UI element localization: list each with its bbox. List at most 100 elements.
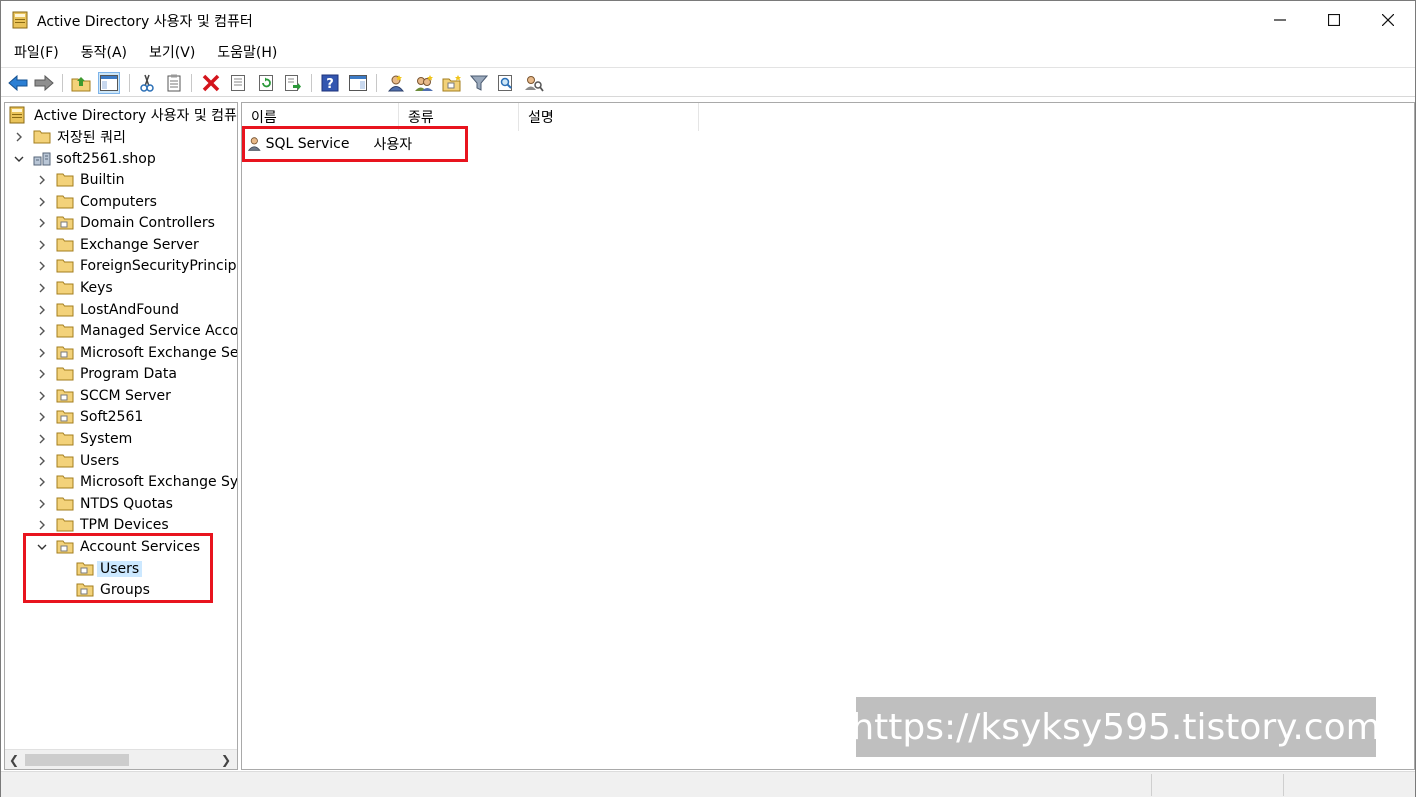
tree-item-container[interactable]: Microsoft Exchange System Objects: [36, 471, 237, 492]
close-button[interactable]: [1361, 1, 1415, 39]
new-user-button[interactable]: [385, 72, 407, 94]
folder-icon: [56, 195, 74, 209]
delete-icon: [202, 74, 220, 92]
chevron-right-icon[interactable]: [36, 433, 48, 445]
chevron-right-icon[interactable]: [36, 411, 48, 423]
minimize-icon: [1274, 19, 1286, 21]
show-action-pane-icon: [349, 75, 367, 91]
tree-item-container[interactable]: Users: [36, 450, 119, 471]
chevron-right-icon[interactable]: [36, 519, 48, 531]
forward-button[interactable]: [33, 72, 55, 94]
chevron-right-icon[interactable]: [36, 282, 48, 294]
export-list-button[interactable]: [282, 72, 304, 94]
chevron-right-icon[interactable]: [36, 217, 48, 229]
tree-item-label: NTDS Quotas: [80, 495, 173, 512]
scroll-left-icon[interactable]: ❮: [9, 753, 19, 767]
tree-item-label: Microsoft Exchange Security Groups: [80, 344, 238, 361]
tree-item-container[interactable]: NTDS Quotas: [36, 493, 173, 514]
ad-app-icon: [9, 106, 25, 123]
menu-help[interactable]: 도움말(H): [205, 42, 287, 62]
scroll-thumb[interactable]: [25, 754, 129, 766]
tree-item-container[interactable]: Microsoft Exchange Security Groups: [36, 342, 238, 363]
chevron-right-icon[interactable]: [36, 347, 48, 359]
chevron-down-icon[interactable]: [36, 541, 48, 553]
tree-item-container[interactable]: Exchange Server: [36, 234, 199, 255]
chevron-right-icon[interactable]: [36, 368, 48, 380]
tree-item-ou-groups[interactable]: Groups: [76, 579, 150, 600]
tree-item-container[interactable]: ForeignSecurityPrincipals: [36, 255, 237, 276]
scroll-right-icon[interactable]: ❯: [221, 753, 231, 767]
chevron-right-icon[interactable]: [36, 174, 48, 186]
maximize-button[interactable]: [1307, 1, 1361, 39]
tree-root[interactable]: Active Directory 사용자 및 컴퓨터: [9, 104, 237, 125]
tree-item-saved-queries[interactable]: 저장된 쿼리: [13, 126, 126, 147]
tree-item-label: Users: [80, 452, 120, 469]
tree-item-container[interactable]: TPM Devices: [36, 514, 169, 535]
tree-item-label: Builtin: [80, 171, 125, 188]
chevron-right-icon[interactable]: [36, 260, 48, 272]
column-header-type[interactable]: 종류: [399, 103, 519, 131]
chevron-right-icon[interactable]: [36, 304, 48, 316]
chevron-right-icon[interactable]: [36, 325, 48, 337]
chevron-right-icon[interactable]: [36, 455, 48, 467]
up-level-button[interactable]: [70, 72, 92, 94]
tree-item-label: Computers: [80, 193, 157, 210]
back-arrow-icon: [8, 75, 28, 91]
tree-item-container[interactable]: Computers: [36, 191, 157, 212]
tree-item-container[interactable]: Program Data: [36, 363, 177, 384]
show-action-pane-button[interactable]: [347, 72, 369, 94]
cut-button[interactable]: [136, 72, 158, 94]
tree-item-ou-users[interactable]: Users: [76, 558, 143, 579]
help-button[interactable]: ?: [319, 72, 341, 94]
details-list[interactable]: 이름 종류 설명 SQL Service 사용자: [241, 102, 1415, 770]
tree-item-container[interactable]: Keys: [36, 277, 113, 298]
tree-item-container[interactable]: System: [36, 428, 132, 449]
tree-item-label: 저장된 쿼리: [57, 129, 126, 146]
back-button[interactable]: [7, 72, 29, 94]
tree-item-label: Account Services: [80, 538, 201, 555]
copy-button[interactable]: [163, 72, 185, 94]
new-group-icon: [415, 75, 433, 91]
show-hide-console-tree-button[interactable]: [98, 72, 120, 94]
column-header-description[interactable]: 설명: [519, 103, 699, 131]
find-button[interactable]: [495, 72, 517, 94]
refresh-button[interactable]: [255, 72, 277, 94]
properties-button[interactable]: [227, 72, 249, 94]
menu-file[interactable]: 파일(F): [1, 42, 69, 62]
tree-item-container[interactable]: Builtin: [36, 169, 125, 190]
chevron-down-icon[interactable]: [13, 153, 25, 165]
tree-item-container[interactable]: LostAndFound: [36, 299, 179, 320]
svg-text:?: ?: [326, 77, 334, 92]
tree-item-container[interactable]: Domain Controllers: [36, 212, 215, 233]
menu-action[interactable]: 동작(A): [69, 42, 137, 62]
tree-item-container[interactable]: Managed Service Accounts: [36, 320, 237, 341]
list-item-user[interactable]: SQL Service 사용자: [248, 133, 468, 155]
tree-item-container[interactable]: SCCM Server: [36, 385, 171, 406]
chevron-right-icon[interactable]: [36, 196, 48, 208]
delete-button[interactable]: [200, 72, 222, 94]
chevron-right-icon[interactable]: [36, 390, 48, 402]
folder-icon: [56, 238, 74, 252]
new-ou-icon: [442, 75, 461, 92]
menu-view[interactable]: 보기(V): [137, 42, 205, 62]
show-console-tree-icon: [100, 75, 118, 91]
minimize-button[interactable]: [1253, 1, 1307, 39]
delegate-control-button[interactable]: [523, 72, 545, 94]
filter-button[interactable]: [468, 72, 490, 94]
chevron-right-icon[interactable]: [13, 131, 25, 143]
up-folder-icon: [71, 77, 91, 92]
chevron-right-icon[interactable]: [36, 498, 48, 510]
tree-item-account-services[interactable]: Account Services: [36, 536, 200, 557]
console-tree[interactable]: Active Directory 사용자 및 컴퓨터 저장된 쿼리 soft25…: [4, 102, 238, 770]
column-header-name[interactable]: 이름: [242, 103, 399, 131]
chevron-right-icon[interactable]: [36, 239, 48, 251]
new-ou-button[interactable]: [441, 72, 463, 94]
tree-item-domain[interactable]: soft2561.shop: [13, 148, 156, 169]
user-icon: [248, 137, 261, 151]
chevron-right-icon[interactable]: [36, 476, 48, 488]
tree-horizontal-scrollbar[interactable]: ❮ ❯: [5, 749, 237, 769]
tree-item-container[interactable]: Soft2561: [36, 406, 143, 427]
new-group-button[interactable]: [413, 72, 435, 94]
ou-folder-icon: [56, 410, 74, 424]
properties-icon: [231, 75, 245, 91]
